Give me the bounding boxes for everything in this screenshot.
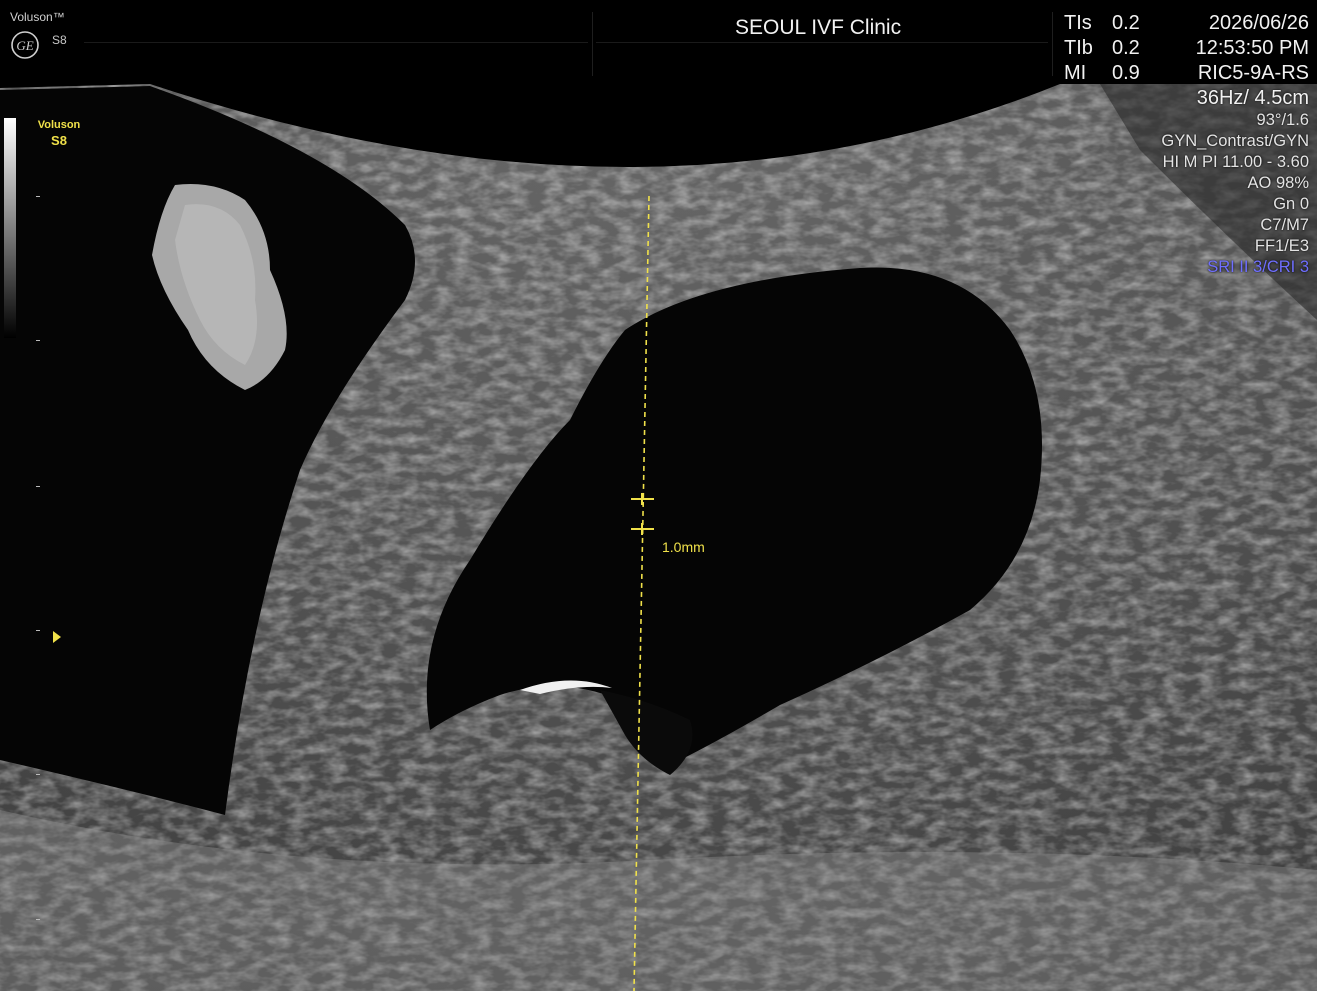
header-separator-2 — [1052, 12, 1053, 76]
image-brand-label: Voluson — [37, 119, 81, 131]
sector-angle: 93°/1.6 — [1256, 111, 1309, 129]
sri-cri-setting: SRI II 3/CRI 3 — [1207, 258, 1309, 276]
ge-logo-icon: GE — [11, 31, 39, 59]
preset-name: GYN_Contrast/GYN — [1161, 132, 1309, 150]
header-divider-left — [84, 42, 588, 43]
focus-marker-icon — [53, 631, 61, 643]
brand-name: Voluson™ — [10, 10, 65, 24]
index-label: TIs — [1064, 12, 1092, 34]
depth-tick — [36, 630, 40, 631]
image-model-label: S8 — [51, 133, 67, 148]
measurement-label: 1.0mm — [662, 539, 705, 555]
clinic-name: SEOUL IVF Clinic — [735, 16, 902, 39]
index-label: TIb — [1064, 37, 1093, 59]
depth-tick — [36, 774, 40, 775]
header-bar: Voluson™ GE S8 SEOUL IVF Clinic TIs 0.2 … — [0, 0, 1317, 84]
index-label: MI — [1064, 62, 1087, 84]
index-mi: MI 0.9 — [1064, 62, 1140, 85]
depth-tick — [36, 486, 40, 487]
index-tib: TIb 0.2 — [1064, 37, 1140, 60]
model-name: S8 — [52, 33, 67, 47]
header-separator-1 — [592, 12, 593, 76]
grayscale-bar — [4, 118, 16, 338]
acoustic-output: AO 98% — [1247, 174, 1309, 192]
probe-name: RIC5-9A-RS — [1197, 62, 1309, 84]
depth-tick — [36, 340, 40, 341]
index-value: 0.2 — [1112, 37, 1140, 59]
index-value: 0.2 — [1112, 12, 1140, 34]
header-divider-right — [596, 42, 1048, 43]
exam-date: 2026/06/26 — [1208, 12, 1309, 34]
depth-tick — [36, 919, 40, 920]
depth-tick — [36, 196, 40, 197]
frame-rate-depth: 36Hz/ 4.5cm — [1196, 87, 1309, 109]
ultrasound-screen: Voluson™ GE S8 SEOUL IVF Clinic TIs 0.2 … — [0, 0, 1317, 991]
svg-text:GE: GE — [16, 38, 33, 53]
exam-time: 12:53:50 PM — [1195, 37, 1309, 59]
frame-filter: FF1/E3 — [1254, 237, 1309, 255]
gain-value: Gn 0 — [1273, 195, 1309, 213]
harmonic-imaging: HI M PI 11.00 - 3.60 — [1162, 153, 1309, 171]
ultrasound-image — [0, 84, 1317, 991]
index-tis: TIs 0.2 — [1064, 12, 1140, 35]
index-value: 0.9 — [1112, 62, 1140, 84]
compression-map: C7/M7 — [1260, 216, 1309, 234]
